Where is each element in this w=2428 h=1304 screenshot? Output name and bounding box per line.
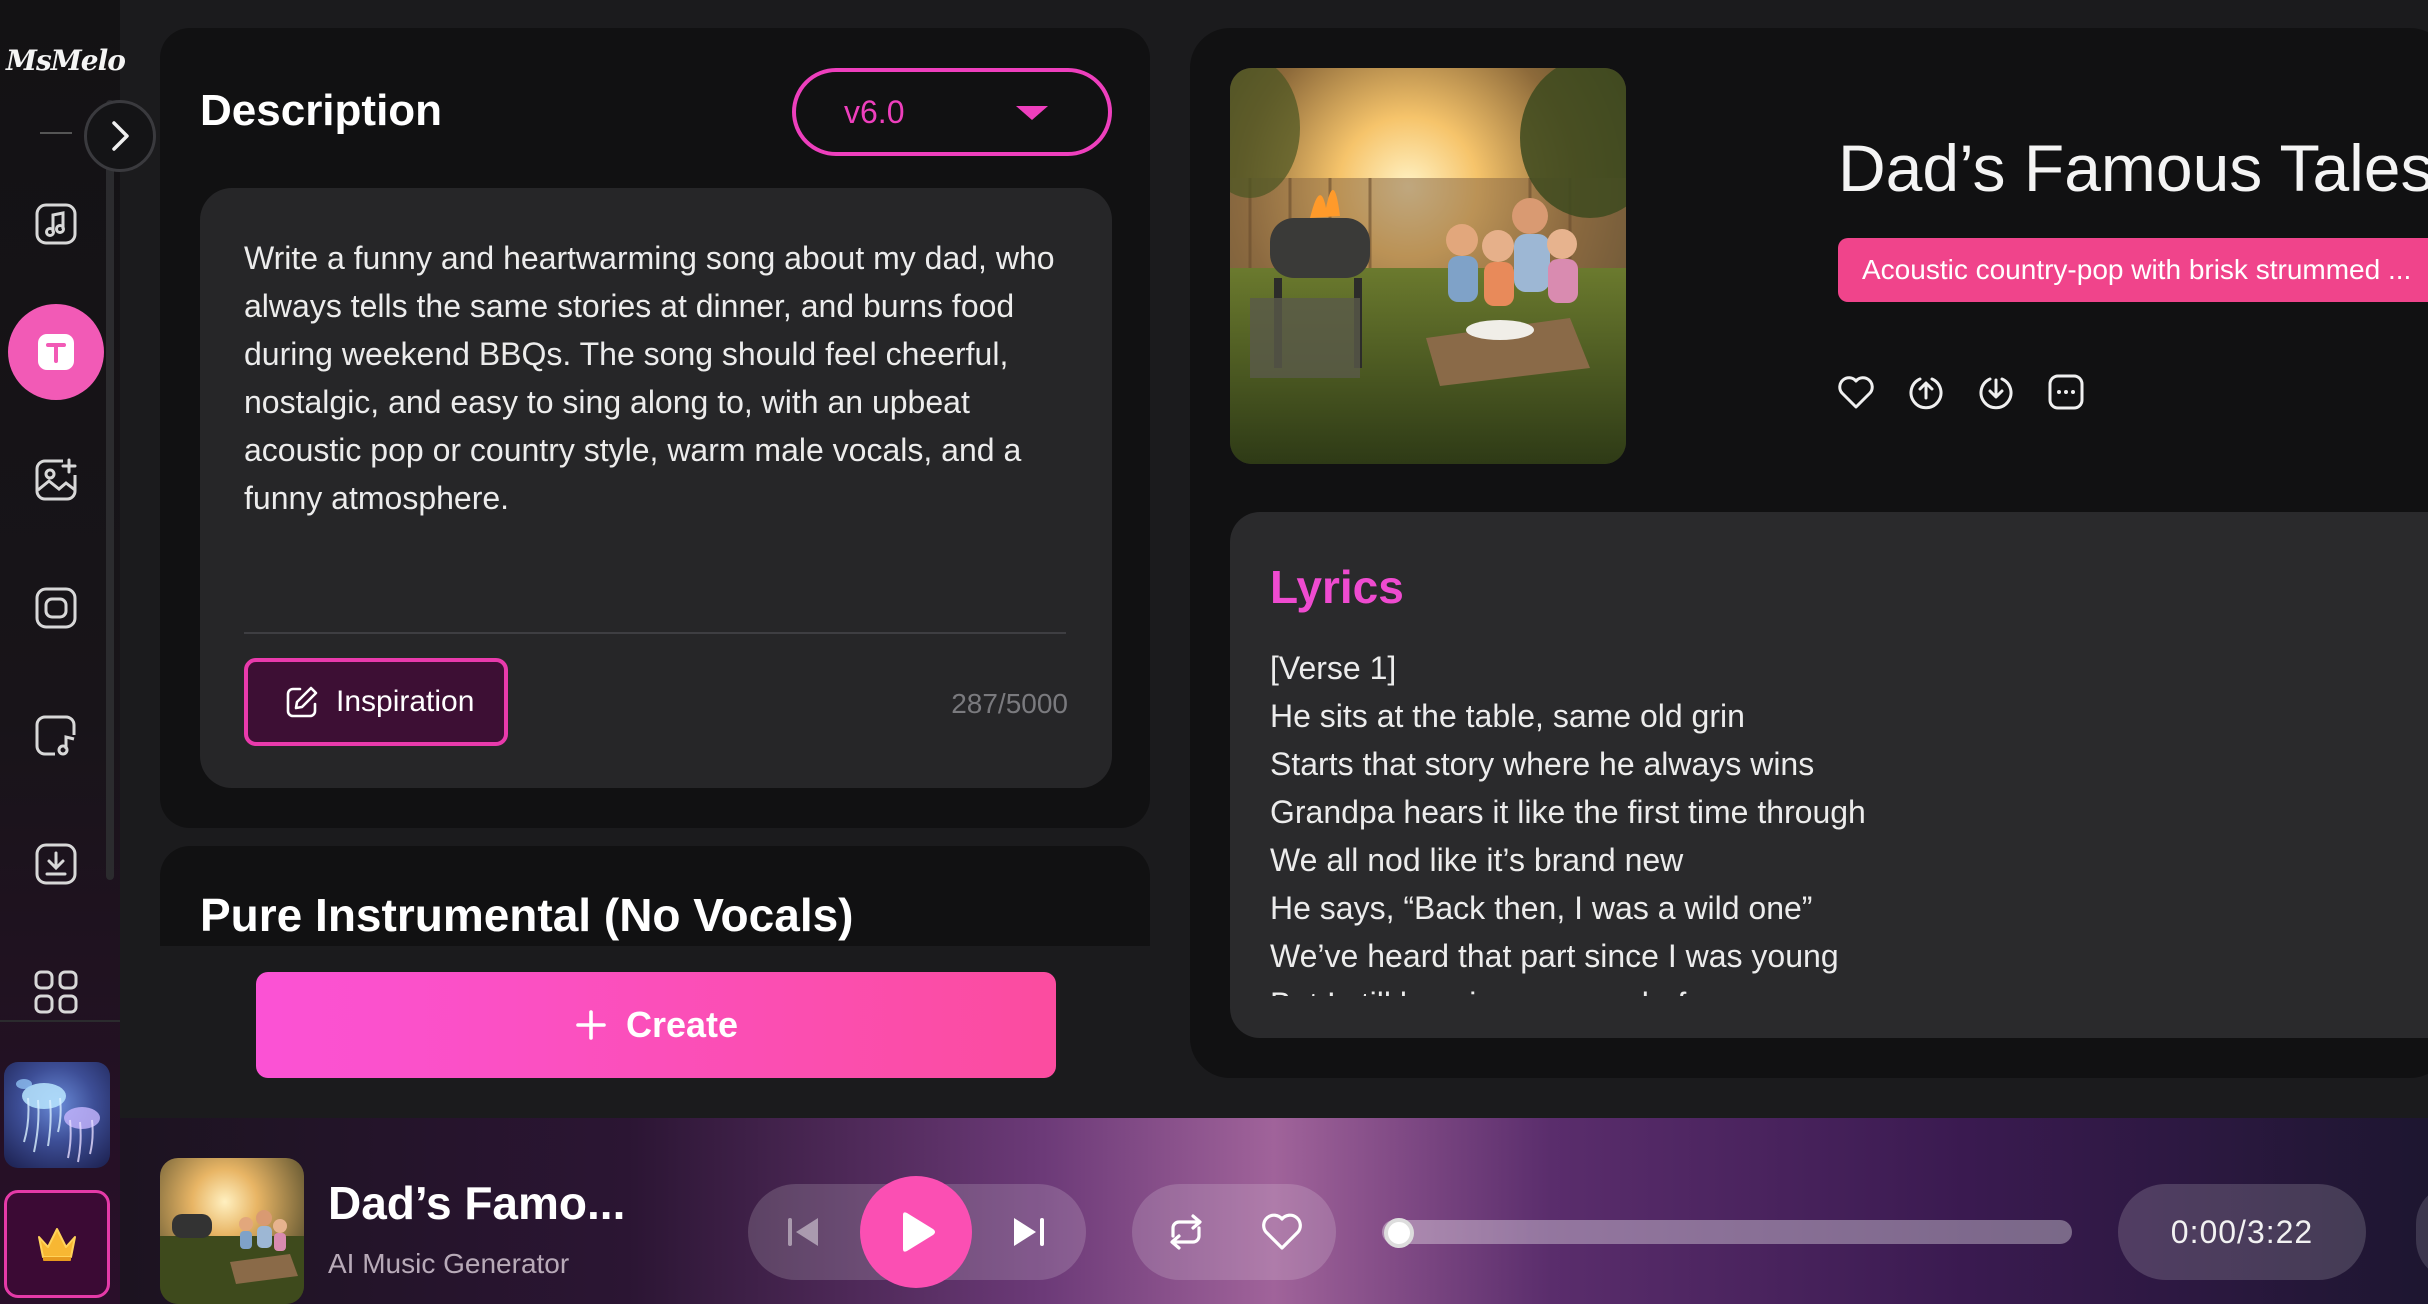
time-text: 0:00/3:22: [2170, 1213, 2314, 1250]
lyrics-panel[interactable]: Lyrics [Verse 1] He sits at the table, s…: [1230, 512, 2428, 1038]
inspiration-button[interactable]: Inspiration: [244, 658, 508, 746]
lyrics-body[interactable]: [Verse 1] He sits at the table, same old…: [1270, 644, 2270, 996]
download-circle-icon: [1979, 377, 2013, 410]
bbq-family-thumbnail: [160, 1158, 304, 1304]
chevron-right-icon: [112, 121, 129, 151]
lyrics-line: He sits at the table, same old grin: [1270, 698, 1745, 734]
lyrics-line: Grandpa hears it like the first time thr…: [1270, 794, 1866, 830]
heart-icon: [1262, 1213, 1302, 1250]
jellyfish-image: [16, 1079, 100, 1163]
progress-bar[interactable]: [1382, 1220, 2072, 1244]
skip-next-icon: [1014, 1218, 1044, 1246]
text-icon: [38, 334, 74, 370]
sidebar-scrollbar[interactable]: [106, 100, 114, 880]
bbq-family-image: [1230, 68, 1626, 464]
repeat-button[interactable]: [1160, 1206, 1212, 1258]
lyrics-line: He says, “Back then, I was a wild one”: [1270, 890, 1813, 926]
caret-down-icon: [1016, 106, 1048, 120]
song-actions: [1836, 370, 2086, 414]
lyrics-line: We all nod like it’s brand new: [1270, 842, 1684, 878]
sidebar-item-file-music[interactable]: [24, 704, 88, 768]
music-note-icon: [35, 203, 77, 245]
description-text[interactable]: Write a funny and heartwarming song abou…: [244, 234, 1084, 522]
sidebar-item-text-to-song[interactable]: [8, 304, 104, 400]
sidebar-bottom-divider: [0, 1020, 120, 1022]
inspiration-label: Inspiration: [336, 685, 475, 718]
sidebar: MsMelo: [0, 0, 126, 1304]
sidebar-item-music[interactable]: [24, 192, 88, 256]
volume-control[interactable]: [2416, 1184, 2428, 1280]
song-style-text: Acoustic country-pop with brisk strummed…: [1862, 254, 2412, 285]
sidebar-item-video[interactable]: [24, 576, 88, 640]
description-divider: [244, 632, 1066, 634]
skip-previous-icon: [788, 1218, 818, 1246]
sidebar-item-downloads[interactable]: [24, 832, 88, 896]
sidebar-expand-button[interactable]: [84, 100, 156, 172]
sidebar-divider: [40, 132, 72, 134]
description-panel: Description v6.0 Write a funny and heart…: [160, 28, 1150, 828]
image-plus-icon: [35, 458, 77, 501]
repeat-icon: [1170, 1214, 1202, 1250]
song-title: Dad’s Famous Tales: [1838, 131, 2428, 205]
play-icon: [903, 1212, 935, 1252]
premium-button[interactable]: [4, 1190, 110, 1298]
song-cover-image[interactable]: [1230, 68, 1626, 464]
lyrics-title: Lyrics: [1270, 561, 1404, 613]
heart-icon: [1838, 376, 1874, 409]
share-icon: [1909, 377, 1943, 410]
player-song-title: Dad’s Famo...: [328, 1177, 626, 1229]
song-style-tag: Acoustic country-pop with brisk strummed…: [1838, 238, 2428, 302]
recent-song-thumbnail[interactable]: [4, 1062, 110, 1168]
plus-icon: [576, 1010, 606, 1040]
player-subtitle: AI Music Generator: [328, 1248, 570, 1279]
lyrics-line: We’ve heard that part since I was young: [1270, 938, 1839, 974]
play-button[interactable]: [860, 1176, 972, 1288]
player-like-button[interactable]: [1256, 1206, 1308, 1258]
description-title: Description: [200, 86, 443, 135]
model-version-value: v6.0: [844, 93, 905, 130]
create-label: Create: [625, 1004, 739, 1045]
create-button[interactable]: Create: [256, 972, 1056, 1078]
crown-icon: [38, 1228, 76, 1261]
more-icon: [2048, 374, 2084, 410]
player-bar: Dad’s Famo... AI Music Generator 0:00/3:…: [120, 1118, 2428, 1304]
instrumental-panel: Pure Instrumental (No Vocals): [160, 846, 1150, 946]
share-button[interactable]: [1906, 370, 1946, 414]
next-button[interactable]: [1000, 1204, 1056, 1260]
time-display: 0:00/3:22: [2118, 1184, 2366, 1280]
app-logo[interactable]: MsMelo: [6, 44, 126, 77]
grid-icon: [34, 970, 78, 1014]
character-count: 287/5000: [951, 688, 1068, 719]
video-icon: [35, 587, 77, 629]
previous-button[interactable]: [776, 1204, 832, 1260]
sidebar-item-more[interactable]: [24, 960, 88, 1024]
edit-icon: [286, 686, 318, 718]
file-music-icon: [35, 715, 76, 756]
description-textarea[interactable]: Write a funny and heartwarming song abou…: [200, 188, 1112, 788]
download-button[interactable]: [1976, 370, 2016, 414]
progress-handle[interactable]: [1384, 1218, 1414, 1248]
player-cover-image[interactable]: [160, 1158, 304, 1304]
sidebar-item-image-to-song[interactable]: [24, 448, 88, 512]
lyrics-line: But I still lean in, same as before: [1270, 980, 2270, 996]
download-icon: [35, 843, 77, 885]
instrumental-title: Pure Instrumental (No Vocals): [200, 889, 854, 941]
lyrics-line: [Verse 1]: [1270, 650, 1397, 686]
like-button[interactable]: [1836, 370, 1876, 414]
model-version-select[interactable]: v6.0: [792, 68, 1112, 156]
lyrics-line: Starts that story where he always wins: [1270, 746, 1815, 782]
more-options-button[interactable]: [2046, 370, 2086, 414]
